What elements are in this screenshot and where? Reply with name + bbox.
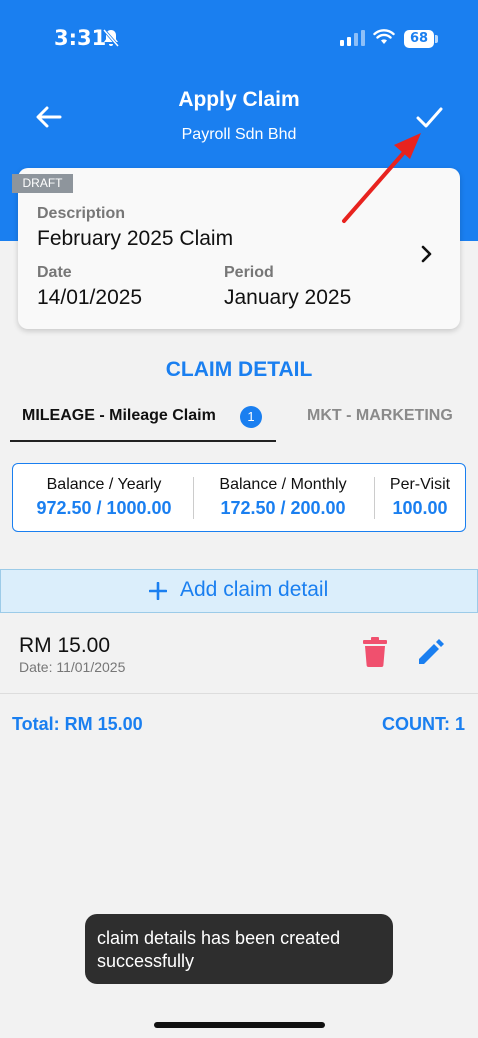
status-bar: 3:31 68 xyxy=(0,0,478,80)
balance-yearly-value: 972.50 / 1000.00 xyxy=(36,498,172,518)
status-time: 3:31 xyxy=(54,26,107,50)
add-claim-detail-label[interactable]: Add claim detail xyxy=(180,578,328,602)
period-label: Period xyxy=(224,264,274,281)
balance-divider xyxy=(193,477,194,519)
bell-muted-icon xyxy=(102,29,120,47)
home-indicator xyxy=(154,1022,325,1028)
claim-item-amount: RM 15.00 xyxy=(19,634,111,657)
balance-per-visit-value: 100.00 xyxy=(392,498,448,518)
tab-marketing[interactable]: MKT - MARKETING xyxy=(307,407,453,425)
chevron-right-icon[interactable] xyxy=(418,244,434,264)
wifi-icon xyxy=(373,29,395,44)
balance-yearly-label: Balance / Yearly xyxy=(46,476,162,493)
balance-monthly: Balance / Monthly 172.50 / 200.00 xyxy=(204,476,362,519)
balance-monthly-label: Balance / Monthly xyxy=(219,476,347,493)
delete-icon[interactable] xyxy=(363,637,387,667)
battery-level: 68 xyxy=(404,30,434,48)
description-value: February 2025 Claim xyxy=(37,227,234,250)
page-title: Apply Claim xyxy=(178,88,300,111)
date-label: Date xyxy=(37,264,72,281)
balance-monthly-value: 172.50 / 200.00 xyxy=(220,498,346,518)
company-subtitle: Payroll Sdn Bhd xyxy=(181,126,297,143)
period-value: January 2025 xyxy=(224,286,352,309)
tab-mileage-label[interactable]: MILEAGE - Mileage Claim xyxy=(22,407,216,425)
tab-count-badge: 1 xyxy=(240,406,262,428)
plus-icon xyxy=(149,582,167,600)
description-label: Description xyxy=(37,205,126,222)
draft-badge: DRAFT xyxy=(12,174,73,193)
balance-divider xyxy=(374,477,375,519)
date-value: 14/01/2025 xyxy=(37,286,143,309)
claim-item-date: Date: 11/01/2025 xyxy=(19,659,126,675)
battery-tip xyxy=(435,35,438,43)
edit-pencil-icon[interactable] xyxy=(416,637,446,667)
total-amount: Total: RM 15.00 xyxy=(12,714,143,734)
balance-yearly: Balance / Yearly 972.50 / 1000.00 xyxy=(24,476,184,519)
submit-check-icon[interactable] xyxy=(412,100,446,134)
claim-detail-title: CLAIM DETAIL xyxy=(165,358,313,381)
success-toast: claim details has been created successfu… xyxy=(85,914,393,984)
cellular-signal-icon xyxy=(340,30,365,46)
item-count: COUNT: 1 xyxy=(381,714,465,734)
balance-per-visit: Per-Visit 100.00 xyxy=(383,476,457,519)
balance-per-visit-label: Per-Visit xyxy=(389,476,451,493)
